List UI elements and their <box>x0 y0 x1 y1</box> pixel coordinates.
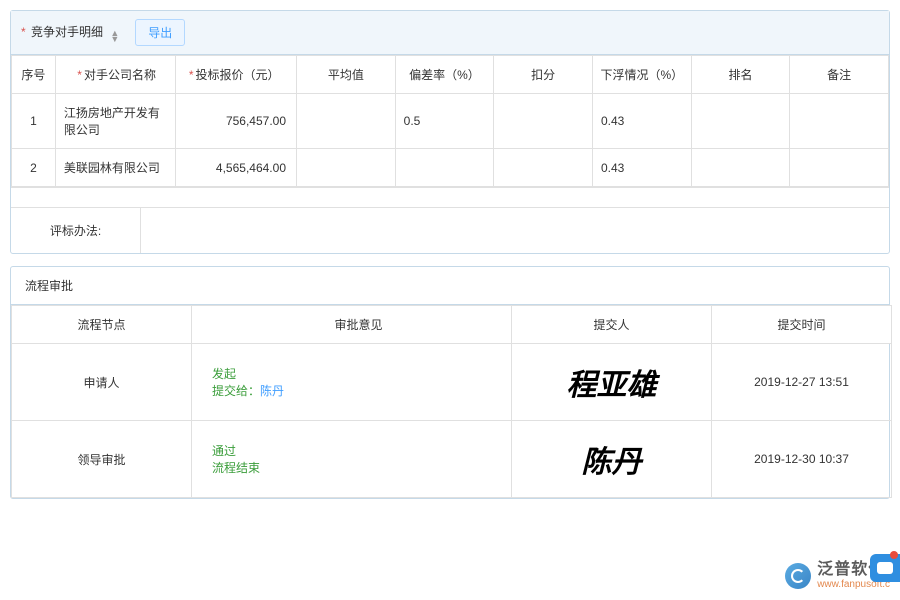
notification-dot-icon <box>890 551 898 559</box>
approval-opinion: 发起 提交给：陈丹 <box>192 344 512 421</box>
col-price: *投标报价（元） <box>176 56 297 94</box>
section-title-wrapper: * 竞争对手明细 ▲▼ <box>21 23 119 42</box>
cell-price: 756,457.00 <box>176 94 297 149</box>
col-remark: 备注 <box>790 56 889 94</box>
col-submitter: 提交人 <box>512 306 712 344</box>
opinion-line1: 发起 <box>212 365 501 382</box>
approval-node: 领导审批 <box>12 421 192 498</box>
competitor-detail-title: 竞争对手明细 <box>31 25 103 39</box>
table-row: 1 江扬房地产开发有限公司 756,457.00 0.5 0.43 <box>12 94 889 149</box>
col-opinion: 审批意见 <box>192 306 512 344</box>
competitor-table: 序号 *对手公司名称 *投标报价（元） 平均值 偏差率（%） 扣分 下浮情况（%… <box>11 55 889 187</box>
opinion-line1: 通过 <box>212 442 501 459</box>
approval-submitter: 程亚雄 <box>512 344 712 421</box>
cell-avg <box>297 94 396 149</box>
approval-time: 2019-12-30 10:37 <box>712 421 892 498</box>
cell-name: 江扬房地产开发有限公司 <box>55 94 176 149</box>
opinion-prefix: 提交给： <box>212 384 260 398</box>
sort-arrows-icon[interactable]: ▲▼ <box>110 30 119 42</box>
col-time: 提交时间 <box>712 306 892 344</box>
cell-float-down: 0.43 <box>592 149 691 187</box>
approval-panel: 流程审批 流程节点 审批意见 提交人 提交时间 申请人 发起 提交给：陈丹 程亚… <box>10 266 890 499</box>
cell-avg <box>297 149 396 187</box>
eval-method-value <box>141 208 889 253</box>
approval-title: 流程审批 <box>11 267 889 305</box>
cell-rank <box>691 149 790 187</box>
eval-method-row: 评标办法: <box>11 207 889 253</box>
col-name: *对手公司名称 <box>55 56 176 94</box>
spacer <box>11 187 889 207</box>
export-button[interactable]: 导出 <box>135 19 185 46</box>
cell-name: 美联园林有限公司 <box>55 149 176 187</box>
approval-table: 流程节点 审批意见 提交人 提交时间 申请人 发起 提交给：陈丹 程亚雄 201… <box>11 305 892 498</box>
approval-row: 领导审批 通过 流程结束 陈丹 2019-12-30 10:37 <box>12 421 892 498</box>
approval-row: 申请人 发起 提交给：陈丹 程亚雄 2019-12-27 13:51 <box>12 344 892 421</box>
table-row: 2 美联园林有限公司 4,565,464.00 0.43 <box>12 149 889 187</box>
approval-time: 2019-12-27 13:51 <box>712 344 892 421</box>
approval-opinion: 通过 流程结束 <box>192 421 512 498</box>
chat-widget-button[interactable] <box>870 554 900 582</box>
cell-rank <box>691 94 790 149</box>
col-deduction: 扣分 <box>494 56 593 94</box>
cell-deviation <box>395 149 494 187</box>
approval-node: 申请人 <box>12 344 192 421</box>
cell-seq: 2 <box>12 149 56 187</box>
col-float-down: 下浮情况（%） <box>592 56 691 94</box>
competitor-detail-header: * 竞争对手明细 ▲▼ 导出 <box>11 11 889 55</box>
cell-deduction <box>494 94 593 149</box>
approval-submitter: 陈丹 <box>512 421 712 498</box>
cell-deviation: 0.5 <box>395 94 494 149</box>
opinion-link[interactable]: 陈丹 <box>260 384 284 398</box>
eval-method-label: 评标办法: <box>11 208 141 253</box>
cell-price: 4,565,464.00 <box>176 149 297 187</box>
col-deviation: 偏差率（%） <box>395 56 494 94</box>
cell-float-down: 0.43 <box>592 94 691 149</box>
signature: 陈丹 <box>582 446 642 479</box>
cell-seq: 1 <box>12 94 56 149</box>
col-seq: 序号 <box>12 56 56 94</box>
required-mark: * <box>21 25 26 39</box>
brand-logo-icon <box>785 563 811 589</box>
competitor-detail-panel: * 竞争对手明细 ▲▼ 导出 序号 *对手公司名称 *投标报价（元） 平均值 偏… <box>10 10 890 254</box>
col-rank: 排名 <box>691 56 790 94</box>
cell-remark <box>790 149 889 187</box>
col-node: 流程节点 <box>12 306 192 344</box>
signature: 程亚雄 <box>567 369 657 402</box>
cell-deduction <box>494 149 593 187</box>
opinion-line2: 流程结束 <box>212 459 501 476</box>
col-avg: 平均值 <box>297 56 396 94</box>
opinion-line2: 提交给：陈丹 <box>212 382 501 399</box>
cell-remark <box>790 94 889 149</box>
opinion-prefix: 流程结束 <box>212 461 260 475</box>
competitor-table-header-row: 序号 *对手公司名称 *投标报价（元） 平均值 偏差率（%） 扣分 下浮情况（%… <box>12 56 889 94</box>
approval-header-row: 流程节点 审批意见 提交人 提交时间 <box>12 306 892 344</box>
